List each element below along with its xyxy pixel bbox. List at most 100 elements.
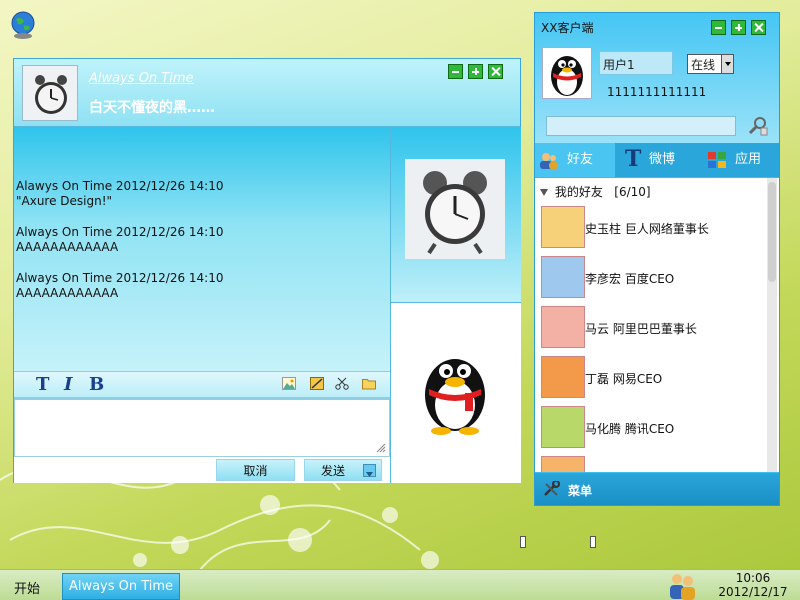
friend-name: 丁磊 网易CEO: [585, 372, 663, 386]
search-icon[interactable]: [747, 115, 769, 137]
friend-avatar: [541, 206, 585, 248]
list-item[interactable]: 丁磊 网易CEO: [541, 356, 766, 400]
chat-window-controls: [448, 64, 503, 79]
friend-group-header[interactable]: 我的好友 [6/10]: [540, 183, 651, 200]
client-footer: 菜单: [535, 473, 779, 505]
clock-time: 10:06: [735, 571, 771, 585]
friend-avatar: [541, 406, 585, 448]
alarm-clock-image: [405, 159, 505, 259]
minimize-button[interactable]: [448, 64, 463, 79]
minimize-button[interactable]: [711, 20, 726, 35]
message-text: "Axure Design!": [16, 194, 113, 208]
client-window-controls: [711, 20, 766, 35]
desktop-marker: [520, 536, 526, 548]
tab-weibo[interactable]: T 微博: [619, 143, 699, 177]
list-item[interactable]: [541, 456, 766, 472]
client-window: XX客户端 用户1 在线 1111111111111 好友 T 微博 应用 我的…: [534, 12, 780, 506]
username-field[interactable]: 用户1: [599, 51, 673, 75]
system-clock[interactable]: 10:06 2012/12/17: [713, 571, 793, 599]
search-input[interactable]: [546, 116, 736, 136]
users-tray-icon[interactable]: [666, 570, 698, 600]
friend-name: 马云 阿里巴巴董事长: [585, 322, 697, 336]
taskbar-item[interactable]: Always On Time: [62, 573, 180, 600]
friend-name: 马化腾 腾讯CEO: [585, 422, 675, 436]
send-button[interactable]: 发送: [304, 459, 382, 481]
contact-avatar[interactable]: [22, 65, 78, 121]
message-header: Always On Time 2012/12/26 14:10: [16, 225, 224, 239]
contact-signature: 白天不懂夜的黑……: [89, 100, 215, 116]
message-text: AAAAAAAAAAAA: [16, 240, 119, 254]
list-item[interactable]: 史玉柱 巨人网络董事长: [541, 206, 766, 250]
friend-name: 史玉柱 巨人网络董事长: [585, 222, 709, 236]
send-label: 发送: [320, 464, 345, 478]
weibo-icon: T: [625, 146, 642, 172]
scissors-icon[interactable]: [335, 377, 349, 390]
maximize-button[interactable]: [468, 64, 483, 79]
tab-apps[interactable]: 应用: [703, 143, 779, 177]
close-button[interactable]: [488, 64, 503, 79]
format-toolbar: T I B: [14, 371, 390, 397]
wrench-icon[interactable]: [543, 481, 561, 497]
chevron-down-icon[interactable]: [721, 55, 733, 73]
list-item[interactable]: 马化腾 腾讯CEO: [541, 406, 766, 450]
message-item: Always On Time 2012/12/26 14:10 AAAAAAAA…: [16, 225, 388, 255]
status-select[interactable]: 在线: [687, 54, 734, 74]
italic-button[interactable]: I: [64, 374, 72, 395]
taskbar: 开始 Always On Time 10:06 2012/12/17: [0, 569, 800, 600]
group-count: [6/10]: [614, 185, 651, 199]
chat-actions-bar: 取消 发送: [14, 457, 390, 483]
tab-label: 应用: [735, 152, 762, 167]
maximize-button[interactable]: [731, 20, 746, 35]
bold-button[interactable]: B: [89, 374, 104, 395]
chat-window: Always On Time 白天不懂夜的黑…… Alawys On Time …: [13, 58, 521, 483]
message-item: Alawys On Time 2012/12/26 14:10 "Axure D…: [16, 179, 388, 209]
message-input[interactable]: [14, 397, 390, 457]
penguin-avatar-image: [425, 359, 485, 435]
friend-avatar: [541, 456, 585, 472]
friend-name: 李彦宏 百度CEO: [585, 272, 675, 286]
clock-date: 2012/12/17: [718, 585, 788, 599]
start-button[interactable]: 开始: [14, 578, 40, 597]
screenshot-icon[interactable]: [310, 377, 324, 390]
tab-label: 好友: [567, 152, 594, 167]
tab-label: 微博: [649, 152, 676, 167]
group-name: 我的好友: [554, 185, 603, 199]
contact-name-link[interactable]: Always On Time: [89, 71, 194, 86]
friend-avatar: [541, 306, 585, 348]
friend-avatar: [541, 356, 585, 398]
close-button[interactable]: [751, 20, 766, 35]
tab-friends[interactable]: 好友: [535, 143, 615, 177]
client-title: XX客户端: [541, 21, 594, 35]
message-header: Alawys On Time 2012/12/26 14:10: [16, 179, 224, 193]
client-tabs: 好友 T 微博 应用: [535, 143, 779, 177]
menu-button[interactable]: 菜单: [568, 482, 592, 499]
friend-list-scrollbar[interactable]: [767, 178, 777, 472]
scrollbar-thumb[interactable]: [768, 182, 776, 282]
chat-header: Always On Time 白天不懂夜的黑……: [14, 59, 520, 127]
contact-photo-panel: [391, 127, 521, 303]
message-history[interactable]: Alawys On Time 2012/12/26 14:10 "Axure D…: [14, 127, 390, 371]
list-item[interactable]: 李彦宏 百度CEO: [541, 256, 766, 300]
account-number: 1111111111111: [607, 85, 707, 99]
my-photo-panel: [391, 303, 521, 483]
desktop-marker: [590, 536, 596, 548]
apps-icon: [708, 152, 726, 168]
client-header: XX客户端 用户1 在线 1111111111111: [535, 13, 779, 148]
image-icon[interactable]: [282, 377, 296, 390]
friend-list: 我的好友 [6/10] 史玉柱 巨人网络董事长 李彦宏 百度CEO 马云 阿里巴…: [535, 178, 779, 472]
status-value: 在线: [691, 58, 716, 72]
message-text: AAAAAAAAAAAA: [16, 286, 119, 300]
font-button[interactable]: T: [36, 374, 49, 395]
user-avatar[interactable]: [542, 47, 592, 99]
resize-grip-icon[interactable]: [376, 443, 386, 453]
folder-icon[interactable]: [362, 377, 376, 390]
message-item: Always On Time 2012/12/26 14:10 AAAAAAAA…: [16, 271, 388, 301]
globe-icon[interactable]: [8, 10, 40, 42]
send-options-chevron-icon[interactable]: [363, 464, 376, 477]
cancel-button[interactable]: 取消: [216, 459, 295, 481]
chat-side-panel: [390, 127, 521, 483]
friends-icon: [540, 153, 558, 169]
message-header: Always On Time 2012/12/26 14:10: [16, 271, 224, 285]
list-item[interactable]: 马云 阿里巴巴董事长: [541, 306, 766, 350]
expand-triangle-icon: [540, 189, 548, 196]
